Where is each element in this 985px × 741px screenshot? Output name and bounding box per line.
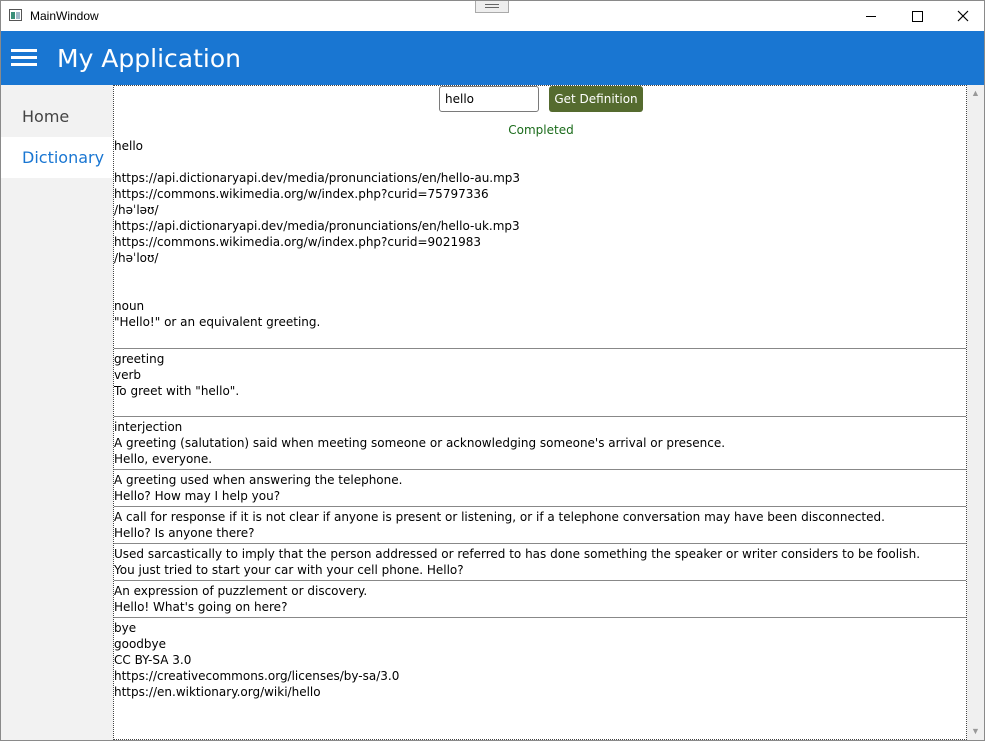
definition-text: A greeting used when answering the telep…	[114, 473, 403, 487]
source-url: https://en.wiktionary.org/wiki/hello	[114, 685, 321, 699]
word-input[interactable]	[439, 86, 539, 112]
part-of-speech: interjection	[114, 420, 183, 434]
dictionary-content: Get Definition Completed hello https://a…	[113, 85, 967, 740]
antonym-text: goodbye	[114, 637, 167, 651]
antonym-text: bye	[114, 621, 137, 635]
example-text: Hello? How may I help you?	[114, 489, 281, 503]
part-of-speech: verb	[114, 368, 142, 382]
nav-item-home[interactable]: Home	[1, 96, 113, 137]
app-bar: My Application	[1, 31, 984, 85]
main-window: MainWindow My Application Home Dictionar…	[0, 0, 985, 741]
navigation-pane: Home Dictionary	[1, 85, 113, 740]
maximize-button[interactable]	[894, 1, 940, 31]
status-text: Completed	[508, 123, 574, 137]
nav-item-dictionary[interactable]: Dictionary	[1, 137, 113, 178]
phonetic-source-url: https://commons.wikimedia.org/w/index.ph…	[114, 187, 489, 201]
definition-text: Used sarcastically to imply that the per…	[114, 547, 921, 561]
minimize-icon	[866, 15, 876, 17]
divider	[114, 416, 966, 417]
close-button[interactable]	[940, 1, 984, 31]
phonetic-text: /həˈloʊ/	[114, 251, 159, 265]
vertical-scrollbar[interactable]: ▲ ▼	[967, 85, 984, 740]
minimize-button[interactable]	[848, 1, 894, 31]
example-text: Hello, everyone.	[114, 452, 213, 466]
maximize-icon	[911, 10, 923, 22]
definition-text: "Hello!" or an equivalent greeting.	[114, 315, 321, 329]
title-bar[interactable]: MainWindow	[1, 1, 984, 31]
definition-text: To greet with "hello".	[114, 384, 240, 398]
scroll-down-icon[interactable]: ▼	[967, 723, 984, 740]
divider	[114, 469, 966, 470]
divider	[114, 580, 966, 581]
divider	[114, 543, 966, 544]
phonetic-source-url: https://commons.wikimedia.org/w/index.ph…	[114, 235, 481, 249]
phonetic-audio-url: https://api.dictionaryapi.dev/media/pron…	[114, 219, 520, 233]
divider	[114, 506, 966, 507]
drag-grip-icon[interactable]	[475, 1, 509, 13]
part-of-speech: noun	[114, 299, 145, 313]
word-text: hello	[114, 139, 143, 153]
scroll-up-icon[interactable]: ▲	[967, 85, 984, 102]
license-url: https://creativecommons.org/licenses/by-…	[114, 669, 400, 683]
example-text: Hello! What's going on here?	[114, 600, 288, 614]
definition-text: A greeting (salutation) said when meetin…	[114, 436, 726, 450]
get-definition-button[interactable]: Get Definition	[549, 86, 643, 112]
example-text: You just tried to start your car with yo…	[114, 563, 464, 577]
divider	[114, 617, 966, 618]
definition-text: A call for response if it is not clear i…	[114, 510, 885, 524]
divider	[114, 348, 966, 349]
window-title: MainWindow	[30, 9, 99, 23]
example-text: Hello? Is anyone there?	[114, 526, 255, 540]
close-icon	[957, 10, 969, 22]
app-icon	[9, 9, 22, 21]
app-title: My Application	[57, 44, 241, 73]
hamburger-menu-icon[interactable]	[11, 49, 37, 69]
definition-text: An expression of puzzlement or discovery…	[114, 584, 368, 598]
license-name: CC BY-SA 3.0	[114, 653, 192, 667]
phonetic-audio-url: https://api.dictionaryapi.dev/media/pron…	[114, 171, 521, 185]
synonym-text: greeting	[114, 352, 165, 366]
phonetic-text: /həˈləʊ/	[114, 203, 159, 217]
